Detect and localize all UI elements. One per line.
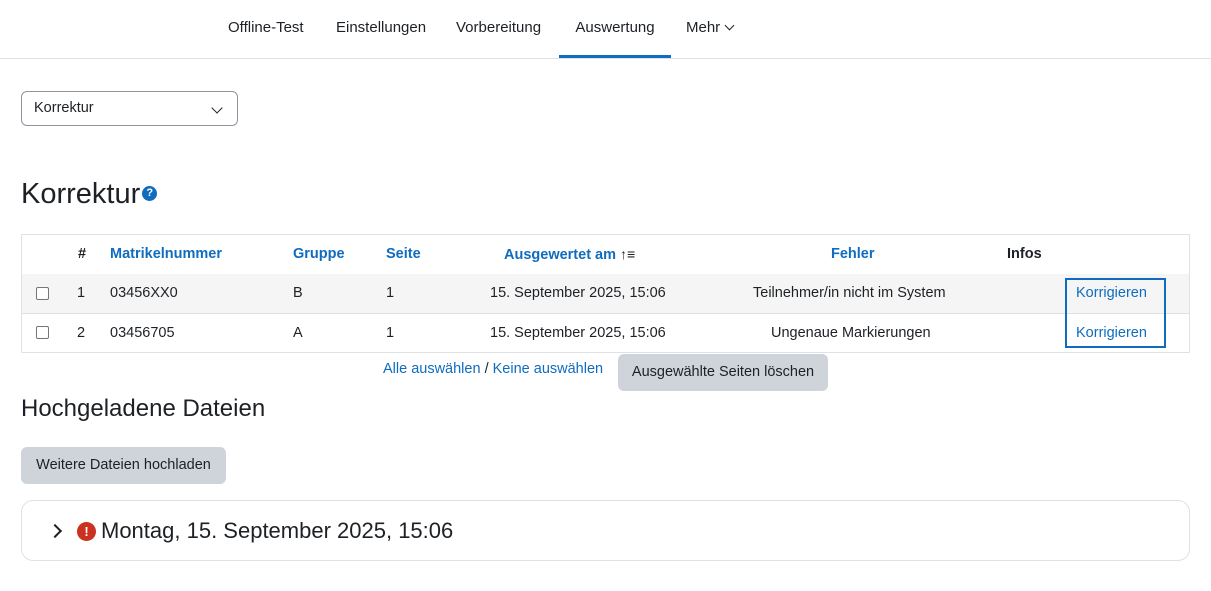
secondary-navigation: Offline-Test Einstellungen Vorbereitung … <box>0 0 1211 59</box>
header-infos: Infos <box>1007 246 1042 262</box>
upload-item-card[interactable]: ! Montag, 15. September 2025, 15:06 <box>21 500 1190 561</box>
header-ausgewertet-am[interactable]: Ausgewertet am ↑≡ <box>504 235 635 275</box>
tab-auswertung[interactable]: Auswertung <box>559 0 671 58</box>
selection-links: Alle auswählen / Keine auswählen <box>383 361 603 377</box>
select-all-link[interactable]: Alle auswählen <box>383 361 481 377</box>
chevron-down-icon <box>211 102 223 114</box>
row-checkbox[interactable] <box>36 326 49 339</box>
row-fehler: Teilnehmer/in nicht im System <box>753 285 946 301</box>
upload-item-title: Montag, 15. September 2025, 15:06 <box>101 518 454 543</box>
row-checkbox[interactable] <box>36 287 49 300</box>
tab-einstellungen[interactable]: Einstellungen <box>336 0 426 58</box>
header-gruppe[interactable]: Gruppe <box>293 235 345 274</box>
header-matrikelnummer[interactable]: Matrikelnummer <box>110 235 222 274</box>
row-ausgewertet-am: 15. September 2025, 15:06 <box>490 325 666 341</box>
upload-files-button[interactable]: Weitere Dateien hochladen <box>21 447 226 484</box>
row-fehler: Ungenaue Markierungen <box>771 325 931 341</box>
highlight-box <box>1065 278 1166 348</box>
header-fehler[interactable]: Fehler <box>831 235 875 274</box>
table-row: 1 03456XX0 B 1 15. September 2025, 15:06… <box>22 274 1189 314</box>
sort-ascending-icon: ↑≡ <box>620 246 636 262</box>
table-header-row: # Matrikelnummer Gruppe Seite Ausgewerte… <box>22 235 1189 275</box>
row-num: 2 <box>77 325 86 341</box>
row-seite: 1 <box>386 325 395 341</box>
chevron-right-icon[interactable] <box>47 523 63 539</box>
tab-mehr-label: Mehr <box>686 19 721 36</box>
row-seite: 1 <box>386 285 395 301</box>
question-circle-icon[interactable]: ? <box>142 185 158 201</box>
uploads-heading: Hochgeladene Dateien <box>21 395 266 422</box>
table-row: 2 03456705 A 1 15. September 2025, 15:06… <box>22 314 1189 352</box>
tab-mehr[interactable]: Mehr <box>686 0 735 58</box>
row-ausgewertet-am: 15. September 2025, 15:06 <box>490 285 666 301</box>
tab-vorbereitung[interactable]: Vorbereitung <box>456 0 541 58</box>
select-none-link[interactable]: Keine auswählen <box>493 361 603 377</box>
delete-selected-button[interactable]: Ausgewählte Seiten löschen <box>618 354 828 391</box>
exclamation-circle-icon: ! <box>77 522 96 541</box>
page-title: Korrektur? <box>21 174 158 214</box>
chevron-down-icon <box>724 20 735 31</box>
results-table: # Matrikelnummer Gruppe Seite Ausgewerte… <box>21 234 1190 353</box>
row-matrikelnummer: 03456XX0 <box>110 285 178 301</box>
header-seite[interactable]: Seite <box>386 235 421 274</box>
tab-offline-test[interactable]: Offline-Test <box>228 0 304 58</box>
selection-separator: / <box>484 361 489 377</box>
header-ausgewertet-label: Ausgewertet am <box>504 247 617 263</box>
row-num: 1 <box>77 285 86 301</box>
row-matrikelnummer: 03456705 <box>110 325 175 341</box>
header-num: # <box>78 246 87 262</box>
row-gruppe: B <box>293 285 303 301</box>
view-select-value: Korrektur <box>34 100 94 116</box>
page-title-text: Korrektur <box>21 178 141 210</box>
view-select[interactable]: Korrektur <box>21 91 238 126</box>
row-gruppe: A <box>293 325 303 341</box>
